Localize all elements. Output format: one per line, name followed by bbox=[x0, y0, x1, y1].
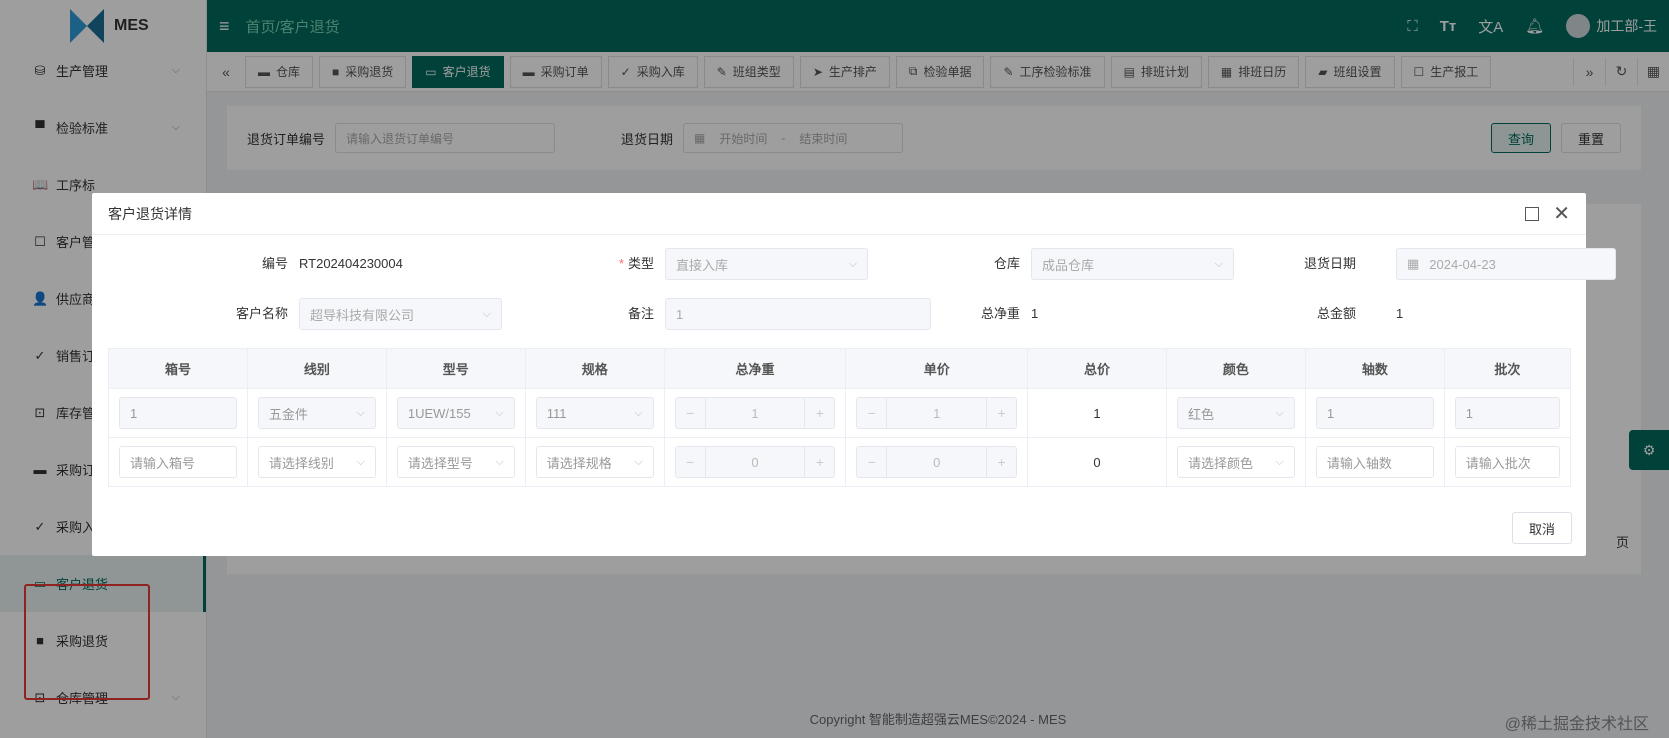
code-label: 编号 bbox=[261, 256, 288, 271]
amount-label: 总金额 bbox=[1316, 306, 1356, 321]
cell-batch: 请输入批次 bbox=[1443, 437, 1572, 487]
cell-line: 五金件 ⌵ bbox=[246, 388, 387, 438]
batch-input[interactable]: 请输入批次 bbox=[1454, 446, 1560, 478]
column-header: 总净重 bbox=[663, 348, 847, 389]
table-row: 请输入箱号 请选择线别 ⌵ 请选择型号 ⌵ 请选择规格 ⌵ −0 + −0 + 0 请选择颜色 ⌵ 请输入轴… bbox=[108, 437, 1572, 487]
column-header: 线别 bbox=[246, 348, 387, 389]
maximize-icon[interactable] bbox=[1525, 206, 1540, 221]
chevron-down-icon: ⌵ bbox=[495, 455, 504, 468]
column-header: 轴数 bbox=[1304, 348, 1445, 389]
amount-value: 1 bbox=[1396, 306, 1404, 321]
table-row: 1 五金件 ⌵ 1UEW/155 ⌵ 111 ⌵ −1 + −1 +1 红色 ⌵ 1 1 bbox=[108, 388, 1572, 438]
column-header: 型号 bbox=[385, 348, 526, 389]
minus-icon[interactable]: − bbox=[676, 398, 706, 428]
cell-price: −1 + bbox=[845, 388, 1029, 438]
chevron-down-icon: ⌵ bbox=[1214, 257, 1223, 270]
net-weight-label: 总净重 bbox=[980, 306, 1020, 321]
column-header: 批次 bbox=[1443, 348, 1572, 389]
cell-spec: 请选择规格 ⌵ bbox=[524, 437, 665, 487]
form-row-1: 编号 RT202404230004 * 类型 直接入库 ⌵ 仓库 成品仓库 ⌵ 退货日… bbox=[92, 248, 1616, 280]
chevron-down-icon: ⌵ bbox=[634, 455, 643, 468]
cell-weight: −0 + bbox=[663, 437, 847, 487]
minus-icon[interactable]: − bbox=[857, 398, 888, 428]
date-input[interactable]: ▦ 2024-04-23 bbox=[1396, 248, 1616, 280]
cell-total: 1 bbox=[1027, 388, 1167, 438]
axes-input[interactable]: 请输入轴数 bbox=[1315, 446, 1434, 478]
price-stepper[interactable]: −1 + bbox=[856, 397, 1018, 429]
type-select[interactable]: 直接入库 ⌵ bbox=[665, 248, 868, 280]
cell-line: 请选择线别 ⌵ bbox=[246, 437, 387, 487]
model-select[interactable]: 请选择型号 ⌵ bbox=[396, 446, 515, 478]
cell-total: 0 bbox=[1027, 437, 1167, 487]
line-select[interactable]: 请选择线别 ⌵ bbox=[257, 446, 376, 478]
plus-icon[interactable]: + bbox=[804, 447, 834, 477]
cell-weight: −1 + bbox=[663, 388, 847, 438]
minus-icon[interactable]: − bbox=[676, 447, 706, 477]
remark-label: 备注 bbox=[627, 306, 654, 321]
weight-stepper[interactable]: −0 + bbox=[674, 446, 836, 478]
column-header: 规格 bbox=[524, 348, 665, 389]
dialog-header: 客户退货详情 ✕ bbox=[92, 193, 1586, 235]
chevron-down-icon: ⌵ bbox=[356, 406, 365, 419]
cell-spec: 111 ⌵ bbox=[524, 388, 665, 438]
cell-model: 请选择型号 ⌵ bbox=[385, 437, 526, 487]
warehouse-select[interactable]: 成品仓库 ⌵ bbox=[1031, 248, 1234, 280]
plus-icon[interactable]: + bbox=[986, 398, 1016, 428]
customer-label: 客户名称 bbox=[235, 306, 288, 321]
cell-axes: 1 bbox=[1304, 388, 1445, 438]
type-label: * 类型 bbox=[618, 256, 654, 271]
cell-color: 红色 ⌵ bbox=[1165, 388, 1306, 438]
form-row-2: 客户名称 超导科技有限公司 ⌵ 备注 1 总净重 1 总金额 1 bbox=[92, 298, 1586, 330]
color-select[interactable]: 请选择颜色 ⌵ bbox=[1176, 446, 1295, 478]
cancel-button[interactable]: 取消 bbox=[1511, 512, 1572, 544]
color-select[interactable]: 红色 ⌵ bbox=[1176, 397, 1295, 429]
batch-input[interactable]: 1 bbox=[1454, 397, 1560, 429]
code-value: RT202404230004 bbox=[299, 256, 403, 271]
box-input[interactable]: 请输入箱号 bbox=[119, 446, 237, 478]
price-stepper[interactable]: −0 + bbox=[856, 446, 1018, 478]
line-select[interactable]: 五金件 ⌵ bbox=[257, 397, 376, 429]
chevron-down-icon: ⌵ bbox=[482, 307, 491, 320]
spec-select[interactable]: 请选择规格 ⌵ bbox=[535, 446, 654, 478]
cell-price: −0 + bbox=[845, 437, 1029, 487]
dialog-title: 客户退货详情 bbox=[108, 205, 192, 222]
cell-axes: 请输入轴数 bbox=[1304, 437, 1445, 487]
plus-icon[interactable]: + bbox=[986, 447, 1016, 477]
column-header: 颜色 bbox=[1165, 348, 1306, 389]
chevron-down-icon: ⌵ bbox=[1275, 455, 1284, 468]
chevron-down-icon: ⌵ bbox=[634, 406, 643, 419]
cell-box: 请输入箱号 bbox=[108, 437, 248, 487]
chevron-down-icon: ⌵ bbox=[848, 257, 857, 270]
cell-box: 1 bbox=[108, 388, 248, 438]
cell-model: 1UEW/155 ⌵ bbox=[385, 388, 526, 438]
weight-stepper[interactable]: −1 + bbox=[674, 397, 836, 429]
warehouse-label: 仓库 bbox=[993, 256, 1020, 271]
return-detail-dialog: 客户退货详情 ✕ 编号 RT202404230004 * 类型 直接入库 ⌵ 仓库 … bbox=[92, 193, 1616, 556]
customer-select[interactable]: 超导科技有限公司 ⌵ bbox=[299, 298, 502, 330]
calendar-icon: ▦ bbox=[1407, 256, 1420, 271]
cell-batch: 1 bbox=[1443, 388, 1572, 438]
minus-icon[interactable]: − bbox=[857, 447, 888, 477]
date-label: 退货日期 bbox=[1303, 256, 1356, 271]
net-weight-value: 1 bbox=[1031, 306, 1039, 321]
chevron-down-icon: ⌵ bbox=[356, 455, 365, 468]
column-header: 箱号 bbox=[108, 348, 248, 389]
spec-select[interactable]: 111 ⌵ bbox=[535, 397, 654, 429]
chevron-down-icon: ⌵ bbox=[1275, 406, 1284, 419]
close-icon[interactable]: ✕ bbox=[1553, 201, 1570, 226]
column-header: 总价 bbox=[1027, 348, 1167, 389]
axes-input[interactable]: 1 bbox=[1315, 397, 1434, 429]
chevron-down-icon: ⌵ bbox=[495, 406, 504, 419]
return-items-table: 箱号 线别 型号 规格 总净重 单价 总价 颜色 轴数 批次 1 五金件 ⌵ 1UEW/155 ⌵ 111 ⌵… bbox=[108, 348, 1572, 487]
model-select[interactable]: 1UEW/155 ⌵ bbox=[396, 397, 515, 429]
box-input[interactable]: 1 bbox=[119, 397, 237, 429]
cell-color: 请选择颜色 ⌵ bbox=[1165, 437, 1306, 487]
plus-icon[interactable]: + bbox=[804, 398, 834, 428]
column-header: 单价 bbox=[845, 348, 1029, 389]
